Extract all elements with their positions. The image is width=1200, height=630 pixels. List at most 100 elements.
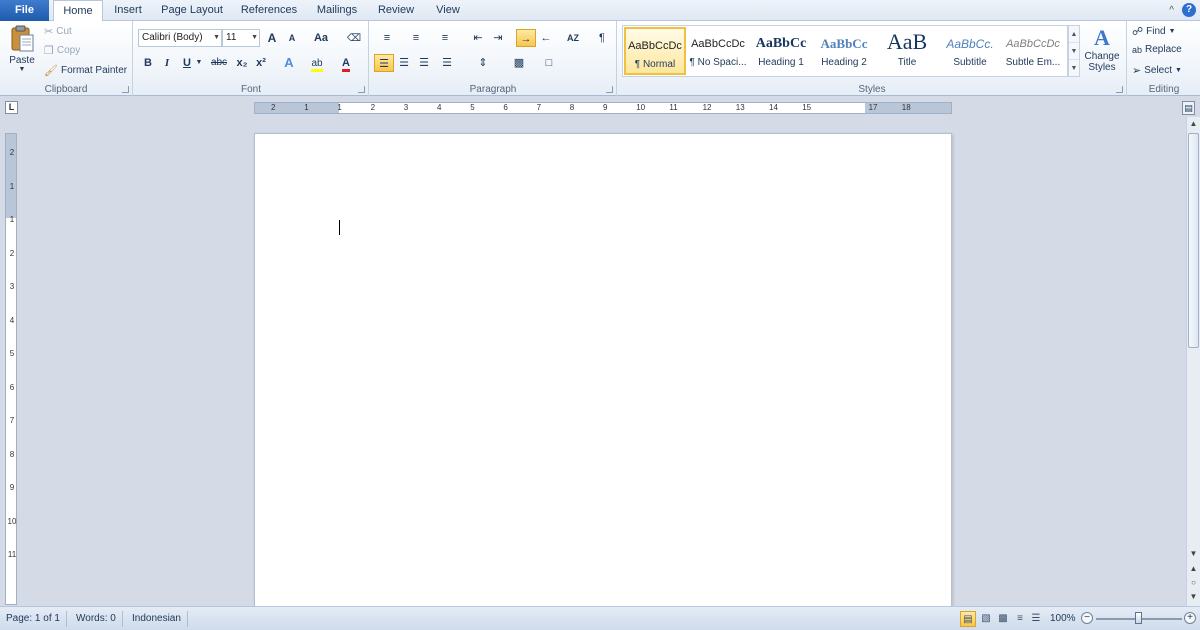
vertical-ruler[interactable]: 2 1 1 2 3 4 5 6 7 8 9 10 11 [5, 133, 17, 605]
style-no-spacing[interactable]: AaBbCcDc ¶ No Spaci... [687, 27, 749, 75]
format-painter-button[interactable]: 🖌 Format Painter [44, 64, 127, 77]
gallery-down-icon[interactable]: ▼ [1069, 43, 1079, 60]
zoom-level[interactable]: 100% [1044, 611, 1082, 627]
bold-button[interactable]: B [138, 54, 158, 72]
ruler-number: 15 [802, 103, 812, 112]
subscript-button[interactable]: x₂ [232, 54, 252, 72]
style-heading-2[interactable]: AaBbCc Heading 2 [813, 27, 875, 75]
tab-insert[interactable]: Insert [107, 0, 149, 21]
style-subtitle[interactable]: AaBbCc. Subtitle [939, 27, 1001, 75]
scroll-up-icon[interactable]: ▲ [1187, 117, 1200, 131]
view-full-screen-icon[interactable]: ▧ [978, 611, 994, 627]
bullets-button[interactable]: ≡ [374, 29, 400, 47]
copy-button[interactable]: ❐ Copy [44, 44, 80, 57]
justify-button[interactable]: ☰ [434, 54, 460, 72]
numbering-button[interactable]: ≡ [403, 29, 429, 47]
clipboard-dialog-launcher-icon[interactable] [122, 86, 129, 93]
replace-button[interactable]: ab Replace [1132, 44, 1182, 55]
view-outline-icon[interactable]: ≡ [1012, 611, 1028, 627]
left-to-right-button[interactable]: → [516, 29, 536, 47]
status-language[interactable]: Indonesian [126, 611, 188, 627]
tab-home[interactable]: Home [53, 0, 103, 22]
font-name-dropdown-icon[interactable]: ▼ [213, 30, 220, 46]
tab-view[interactable]: View [428, 0, 468, 21]
tab-review[interactable]: Review [372, 0, 420, 21]
paste-button[interactable]: Paste ▼ [6, 24, 38, 73]
zoom-in-button[interactable]: + [1184, 612, 1196, 624]
paste-dropdown-icon[interactable]: ▼ [19, 66, 26, 73]
status-word-count[interactable]: Words: 0 [70, 611, 123, 627]
tab-mailings[interactable]: Mailings [310, 0, 364, 21]
change-styles-button[interactable]: A Change Styles [1084, 25, 1120, 73]
style-subtitle-preview: AaBbCc. [946, 37, 994, 51]
highlight-color-button[interactable]: ab [306, 54, 328, 72]
zoom-out-button[interactable]: − [1081, 612, 1093, 624]
increase-indent-button[interactable]: ⇥ [488, 29, 508, 47]
style-normal[interactable]: AaBbCcDc ¶ Normal [624, 27, 686, 75]
multilevel-list-button[interactable]: ≡ [432, 29, 458, 47]
shading-button[interactable]: ▩ [506, 54, 532, 72]
scroll-thumb[interactable] [1188, 133, 1199, 348]
scroll-down-icon[interactable]: ▼ [1187, 547, 1200, 561]
align-left-button[interactable]: ☰ [374, 54, 394, 72]
view-web-layout-icon[interactable]: ▩ [995, 611, 1011, 627]
style-heading-1[interactable]: AaBbCc Heading 1 [750, 27, 812, 75]
shrink-font-button[interactable]: A [282, 29, 302, 47]
superscript-button[interactable]: x² [251, 54, 271, 72]
find-button[interactable]: ☍ Find ▼ [1132, 25, 1176, 38]
view-draft-icon[interactable]: ☰ [1028, 611, 1044, 627]
status-page-count[interactable]: Page: 1 of 1 [0, 611, 67, 627]
minimize-ribbon-icon[interactable]: ^ [1169, 5, 1174, 16]
borders-button[interactable]: □ [536, 54, 562, 72]
zoom-slider-thumb[interactable] [1135, 612, 1142, 624]
change-case-button[interactable]: Aa [308, 29, 334, 47]
horizontal-ruler[interactable]: 2 1 1 2 3 4 5 6 7 8 9 10 11 12 13 14 15 17 18 [254, 102, 952, 114]
clear-formatting-button[interactable]: ⌫ [344, 29, 364, 47]
gallery-more-icon[interactable]: ▼ [1069, 60, 1079, 77]
font-size-combo[interactable]: 11 ▼ [222, 29, 260, 47]
cut-button[interactable]: ✂ Cut [44, 25, 72, 38]
select-button[interactable]: ➢ Select ▼ [1132, 64, 1182, 77]
text-effects-button[interactable]: A [278, 54, 300, 72]
paste-icon [11, 25, 34, 52]
previous-page-icon[interactable]: ▲ [1187, 562, 1200, 576]
tab-page-layout[interactable]: Page Layout [157, 0, 227, 21]
help-icon[interactable]: ? [1182, 3, 1196, 17]
show-hide-marks-button[interactable]: ¶ [592, 29, 612, 47]
grow-font-button[interactable]: A [262, 29, 282, 47]
style-title[interactable]: AaB Title [876, 27, 938, 75]
tab-selector-button[interactable]: L [5, 101, 18, 114]
underline-dropdown-icon[interactable]: ▼ [194, 54, 204, 72]
view-ruler-icon[interactable]: ▤ [1182, 101, 1195, 115]
line-spacing-button[interactable]: ⇕ [470, 54, 496, 72]
font-dialog-launcher-icon[interactable] [358, 86, 365, 93]
align-center-icon: ☰ [399, 57, 409, 69]
font-size-dropdown-icon[interactable]: ▼ [251, 30, 258, 46]
align-center-button[interactable]: ☰ [394, 54, 414, 72]
select-dropdown-icon[interactable]: ▼ [1175, 67, 1182, 74]
font-color-button[interactable]: A [335, 54, 357, 72]
strikethrough-button[interactable]: abc [208, 54, 230, 72]
vertical-scrollbar[interactable]: ▲ ▼ ▲ ○ ▼ [1186, 117, 1200, 606]
style-subtitle-label: Subtitle [953, 57, 987, 68]
decrease-indent-button[interactable]: ⇤ [468, 29, 488, 47]
styles-dialog-launcher-icon[interactable] [1116, 86, 1123, 93]
browse-object-icon[interactable]: ○ [1187, 576, 1200, 590]
find-dropdown-icon[interactable]: ▼ [1169, 28, 1176, 35]
style-subtle-emphasis[interactable]: AaBbCcDc Subtle Em... [1002, 27, 1064, 75]
tab-file[interactable]: File [0, 0, 49, 21]
cut-label: Cut [56, 26, 72, 37]
gallery-up-icon[interactable]: ▲ [1069, 26, 1079, 43]
paragraph-dialog-launcher-icon[interactable] [606, 86, 613, 93]
view-print-layout-icon[interactable]: ▤ [960, 611, 976, 627]
bullet-list-icon: ≡ [383, 32, 391, 44]
right-to-left-button[interactable]: ← [536, 29, 556, 47]
align-right-button[interactable]: ☰ [414, 54, 434, 72]
sort-button[interactable]: AZ [563, 29, 583, 47]
document-page[interactable] [254, 133, 952, 613]
next-page-icon[interactable]: ▼ [1187, 590, 1200, 604]
font-name-combo[interactable]: Calibri (Body) ▼ [138, 29, 222, 47]
tab-references[interactable]: References [236, 0, 302, 21]
vertical-ruler-number: 2 [9, 248, 15, 258]
italic-button[interactable]: I [157, 54, 177, 72]
